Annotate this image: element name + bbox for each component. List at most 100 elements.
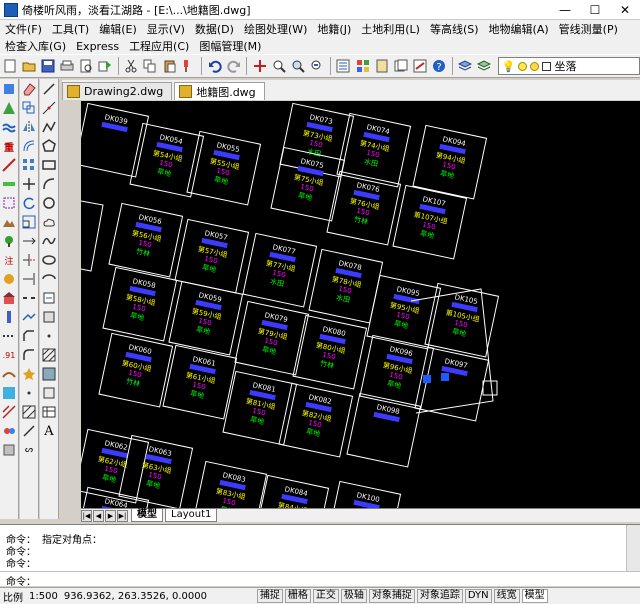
next-layout-button[interactable]: ▶ — [105, 509, 116, 522]
parcel-DK060[interactable]: DK060第60小组150竹林 — [98, 332, 174, 408]
parcel-DK080[interactable]: DK080第80小组150竹林 — [292, 314, 368, 390]
parcel-DK062[interactable]: DK062第62小组150旱地 — [81, 428, 150, 504]
first-layout-button[interactable]: |◀ — [81, 509, 92, 522]
zoom-realtime-icon[interactable] — [270, 57, 287, 75]
menu-item-menu_row1-7[interactable]: 土地利用(L) — [356, 21, 425, 37]
status-toggle-7[interactable]: 线宽 — [493, 589, 520, 603]
status-toggle-5[interactable]: 对象追踪 — [416, 589, 463, 603]
parcel-DK074[interactable]: DK074第74小组150水田 — [336, 112, 412, 188]
parcel-DK107[interactable]: DK107第107小组150旱地 — [392, 184, 468, 260]
save-icon[interactable] — [39, 57, 56, 75]
tools-icon[interactable] — [1, 442, 17, 458]
status-toggle-4[interactable]: 对象捕捉 — [368, 589, 415, 603]
area-fill-icon[interactable] — [1, 385, 17, 401]
menu-item-menu_row1-0[interactable]: 文件(F) — [0, 21, 47, 37]
trim-icon[interactable] — [21, 252, 37, 268]
chamfer-icon[interactable] — [21, 328, 37, 344]
parcel-DK059[interactable]: DK059第59小组150旱地 — [168, 280, 244, 356]
join-icon[interactable] — [21, 309, 37, 325]
boundary-icon[interactable] — [1, 195, 17, 211]
cadastral-drawing[interactable]: DK039DK054第54小组150旱地DK055第55小组150旱地DK073… — [81, 101, 640, 508]
spline-curve-icon[interactable] — [41, 233, 57, 249]
landform-icon[interactable] — [1, 214, 17, 230]
parcel-DK054[interactable]: DK054第54小组150旱地 — [129, 122, 205, 198]
cadastre-icon[interactable] — [1, 404, 17, 420]
sheet-set-icon[interactable] — [392, 57, 409, 75]
zoom-window-icon[interactable] — [290, 57, 307, 75]
erase-icon[interactable] — [21, 81, 37, 97]
ellipse-arc-icon[interactable] — [41, 271, 57, 287]
parcel-DK077[interactable]: DK077第77小组150水田 — [242, 232, 318, 308]
menu-item-menu_row1-1[interactable]: 工具(T) — [47, 21, 94, 37]
layer-previous-icon[interactable] — [476, 57, 493, 75]
status-toggle-6[interactable]: DYN — [464, 589, 492, 603]
array-icon[interactable] — [21, 157, 37, 173]
tab-drawing2[interactable]: Drawing2.dwg — [62, 82, 173, 100]
line-icon[interactable] — [41, 81, 57, 97]
markup-icon[interactable] — [411, 57, 428, 75]
rectangle-icon[interactable] — [41, 157, 57, 173]
control-point-icon[interactable] — [1, 100, 17, 116]
cut-icon[interactable] — [123, 57, 140, 75]
layer-toggle-icon[interactable] — [1, 423, 17, 439]
close-button[interactable]: ✕ — [610, 0, 640, 20]
hatch-pattern-icon[interactable] — [41, 347, 57, 363]
tab-layout1[interactable]: Layout1 — [165, 509, 218, 522]
parcel-DK039[interactable]: DK039 — [81, 102, 150, 178]
command-input-row[interactable]: 命令： — [0, 571, 640, 588]
properties-icon[interactable] — [335, 57, 352, 75]
tab-cadastral-map[interactable]: 地籍图.dwg — [174, 82, 265, 100]
design-center-icon[interactable] — [354, 57, 371, 75]
paste-icon[interactable] — [161, 57, 178, 75]
region-icon[interactable] — [41, 385, 57, 401]
tool-palette-icon[interactable] — [373, 57, 390, 75]
contour-icon[interactable] — [1, 366, 17, 382]
zoom-previous-icon[interactable] — [309, 57, 326, 75]
line-draw-icon[interactable] — [21, 423, 37, 439]
selection-grip[interactable] — [423, 375, 431, 383]
scale-value[interactable]: 1:500 — [26, 591, 61, 602]
insert-block-icon[interactable] — [41, 290, 57, 306]
parcel-DK098[interactable]: DK098 — [346, 392, 422, 468]
fence-icon[interactable] — [1, 328, 17, 344]
parcel-DK081[interactable]: DK081第81小组150旱地 — [222, 370, 298, 446]
status-toggle-0[interactable]: 捕捉 — [256, 589, 283, 603]
selection-grip[interactable] — [441, 373, 449, 381]
parcel-DK061[interactable]: DK061第61小组150旱地 — [162, 344, 238, 420]
offset-icon[interactable] — [21, 138, 37, 154]
undo-icon[interactable] — [206, 57, 223, 75]
parcel-DK076[interactable]: DK076第76小组150竹林 — [326, 170, 402, 246]
settlement-icon[interactable] — [1, 290, 17, 306]
road-icon[interactable] — [1, 157, 17, 173]
polygon-icon[interactable] — [41, 138, 57, 154]
menu-item-menu_row2-1[interactable]: Express — [71, 40, 124, 53]
revision-cloud-icon[interactable] — [41, 214, 57, 230]
status-toggle-2[interactable]: 正交 — [312, 589, 339, 603]
menu-item-menu_row1-5[interactable]: 绘图处理(W) — [239, 21, 312, 37]
vegetation-icon[interactable] — [1, 233, 17, 249]
publish-icon[interactable] — [97, 57, 114, 75]
scale-icon[interactable] — [21, 214, 37, 230]
point-icon[interactable] — [21, 385, 37, 401]
arc-icon[interactable] — [41, 176, 57, 192]
break-icon[interactable] — [21, 290, 37, 306]
elevation-point-icon[interactable]: .91 — [1, 347, 17, 363]
match-properties-icon[interactable] — [180, 57, 197, 75]
print-icon[interactable] — [58, 57, 75, 75]
drawing-canvas[interactable]: DK039 DK054 第54小组 150 旱地 DK055 第55小组 150 旱地 DK073… — [81, 101, 640, 508]
menu-item-menu_row2-2[interactable]: 工程应用(C) — [124, 38, 194, 54]
construction-line-icon[interactable] — [41, 100, 57, 116]
point-survey-icon[interactable] — [1, 81, 17, 97]
make-block-icon[interactable] — [41, 309, 57, 325]
open-file-icon[interactable] — [20, 57, 37, 75]
copy-object-icon[interactable] — [21, 100, 37, 116]
circle-icon[interactable] — [41, 195, 57, 211]
draw-point-icon[interactable] — [41, 328, 57, 344]
redo-icon[interactable] — [225, 57, 242, 75]
status-toggle-8[interactable]: 模型 — [521, 589, 548, 603]
copy-icon[interactable] — [142, 57, 159, 75]
parcel-DK075[interactable]: DK075第75小组150旱地 — [270, 146, 346, 222]
status-toggle-1[interactable]: 栅格 — [284, 589, 311, 603]
menu-item-menu_row1-10[interactable]: 管线测量(P) — [554, 21, 623, 37]
menu-item-menu_row1-9[interactable]: 地物编辑(A) — [484, 21, 554, 37]
